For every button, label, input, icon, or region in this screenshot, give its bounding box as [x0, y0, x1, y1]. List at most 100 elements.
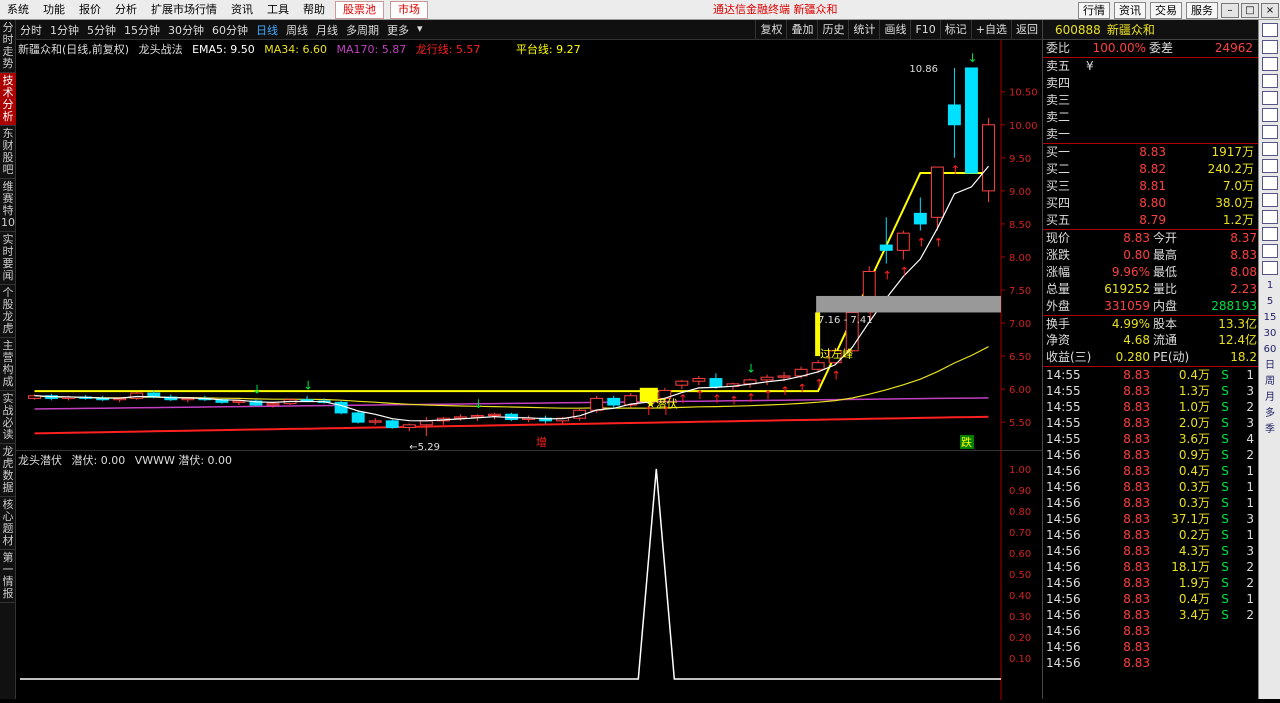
candle-body[interactable]: [488, 413, 501, 417]
period-shortcut-9[interactable]: 季: [1259, 422, 1280, 438]
left-tab-4[interactable]: 实时要闻: [0, 232, 16, 285]
period-shortcut-3[interactable]: 30: [1259, 326, 1280, 342]
sub-indicator-chart[interactable]: 1.00 0.90 0.80 0.70 0.60 0.50 0.40 0.30 0.20 0.10…: [16, 450, 1042, 700]
period-10[interactable]: 更多: [383, 22, 413, 38]
menu-info[interactable]: 资讯: [224, 0, 260, 20]
maximize-icon[interactable]: □: [1241, 2, 1259, 18]
candle-body[interactable]: [385, 420, 399, 428]
candle-body[interactable]: [232, 400, 246, 403]
tool-1[interactable]: 叠加: [786, 20, 817, 40]
menu-quote[interactable]: 报价: [72, 0, 108, 20]
quote-tab-button[interactable]: 行情: [1078, 1, 1110, 19]
period-shortcut-0[interactable]: 1: [1259, 278, 1280, 294]
menu-help[interactable]: 帮助: [296, 0, 332, 20]
candle-body[interactable]: [913, 212, 927, 225]
sub-indicator-svg[interactable]: 1.00 0.90 0.80 0.70 0.60 0.50 0.40 0.30 0.20 0.10: [16, 451, 1042, 700]
close-icon[interactable]: ×: [1261, 2, 1279, 18]
candle-body[interactable]: [930, 166, 944, 218]
period-shortcut-5[interactable]: 日: [1259, 358, 1280, 374]
sub-legend-name[interactable]: 龙头潜伏: [18, 454, 62, 467]
tool-4[interactable]: 画线: [879, 20, 910, 40]
trade-tab-button[interactable]: 交易: [1150, 1, 1182, 19]
market-button[interactable]: 市场: [390, 0, 428, 19]
candle-body[interactable]: [453, 416, 467, 419]
period-shortcut-6[interactable]: 周: [1259, 374, 1280, 390]
candle-body[interactable]: [982, 124, 995, 192]
period-1[interactable]: 1分钟: [46, 22, 83, 38]
stock-pool-button[interactable]: 股票池: [335, 0, 384, 19]
left-tab-7[interactable]: 实战必读: [0, 391, 16, 444]
menu-ext-market[interactable]: 扩展市场行情: [144, 0, 224, 20]
tool-3[interactable]: 统计: [848, 20, 879, 40]
main-kline-chart[interactable]: 10.50 10.00 9.50 9.00 8.50 8.00 7.50 7.00 6.50 6.…: [16, 40, 1042, 453]
candle-body[interactable]: [947, 104, 961, 126]
more-chevron-icon[interactable]: ▾: [413, 22, 427, 38]
tool-5[interactable]: F10: [910, 20, 939, 40]
kdj-icon[interactable]: [1261, 210, 1278, 224]
candle-body[interactable]: [896, 232, 910, 251]
bar-icon[interactable]: [1261, 91, 1278, 105]
pen-icon[interactable]: [1261, 244, 1278, 258]
menu-analysis[interactable]: 分析: [108, 0, 144, 20]
grid-icon[interactable]: [1261, 23, 1278, 37]
candle-body[interactable]: [675, 380, 689, 386]
candle-body[interactable]: [470, 415, 484, 418]
candle-body[interactable]: [351, 412, 365, 423]
minimize-icon[interactable]: –: [1221, 2, 1239, 18]
left-tab-2[interactable]: 东财股吧: [0, 126, 16, 179]
candle-body[interactable]: [266, 403, 280, 406]
left-tab-1[interactable]: 技术分析: [0, 73, 16, 126]
left-tab-3[interactable]: 维赛特10: [0, 179, 16, 232]
left-tab-10[interactable]: 第一情报: [0, 550, 16, 603]
macd-icon[interactable]: [1261, 176, 1278, 190]
left-tab-9[interactable]: 核心题材: [0, 497, 16, 550]
period-shortcut-8[interactable]: 多: [1259, 406, 1280, 422]
menu-tools[interactable]: 工具: [260, 0, 296, 20]
candle-body[interactable]: [760, 376, 774, 381]
candle-body[interactable]: [130, 392, 144, 399]
chart-icon[interactable]: [1261, 57, 1278, 71]
period-8[interactable]: 月线: [312, 22, 342, 38]
candle-body[interactable]: [811, 362, 825, 370]
candle-body[interactable]: [607, 397, 621, 406]
period-shortcut-2[interactable]: 15: [1259, 310, 1280, 326]
service-tab-button[interactable]: 服务: [1186, 1, 1218, 19]
candle-body[interactable]: [692, 378, 706, 382]
left-tab-5[interactable]: 个股龙虎: [0, 285, 16, 338]
info-tab-button[interactable]: 资讯: [1114, 1, 1146, 19]
period-3[interactable]: 15分钟: [120, 22, 164, 38]
left-tab-0[interactable]: 分时走势: [0, 20, 16, 73]
candle-body[interactable]: [419, 420, 433, 426]
menu-system[interactable]: 系统: [0, 0, 36, 20]
tool-7[interactable]: +自选: [970, 20, 1011, 40]
period-6[interactable]: 日线: [252, 22, 282, 38]
candle-body[interactable]: [777, 375, 791, 378]
candle-body[interactable]: [964, 67, 978, 174]
candle-body[interactable]: [862, 270, 876, 298]
line-chart-icon[interactable]: [1261, 74, 1278, 88]
period-7[interactable]: 周线: [282, 22, 312, 38]
period-9[interactable]: 多周期: [342, 22, 383, 38]
candle-body[interactable]: [402, 424, 416, 428]
period-shortcut-1[interactable]: 5: [1259, 294, 1280, 310]
kline-svg[interactable]: 10.50 10.00 9.50 9.00 8.50 8.00 7.50 7.00 6.50 6.…: [16, 40, 1042, 453]
rsi-icon[interactable]: [1261, 193, 1278, 207]
tool-6[interactable]: 标记: [939, 20, 971, 40]
menu-function[interactable]: 功能: [36, 0, 72, 20]
candle-body[interactable]: [368, 420, 382, 423]
period-shortcut-4[interactable]: 60: [1259, 342, 1280, 358]
period-shortcut-7[interactable]: 月: [1259, 390, 1280, 406]
legend-indicator[interactable]: 龙头战法: [139, 43, 183, 56]
candle-body[interactable]: [590, 397, 604, 411]
tool-0[interactable]: 复权: [755, 20, 786, 40]
list-icon[interactable]: [1261, 40, 1278, 54]
candle-body[interactable]: [879, 244, 893, 251]
settings-icon[interactable]: [1261, 159, 1278, 173]
f10-icon[interactable]: [1261, 108, 1278, 122]
period-4[interactable]: 30分钟: [164, 22, 208, 38]
compare-icon[interactable]: [1261, 125, 1278, 139]
period-2[interactable]: 5分钟: [83, 22, 120, 38]
tool-8[interactable]: 返回: [1011, 20, 1042, 40]
tool-2[interactable]: 历史: [817, 20, 848, 40]
zoom-icon[interactable]: [1261, 142, 1278, 156]
